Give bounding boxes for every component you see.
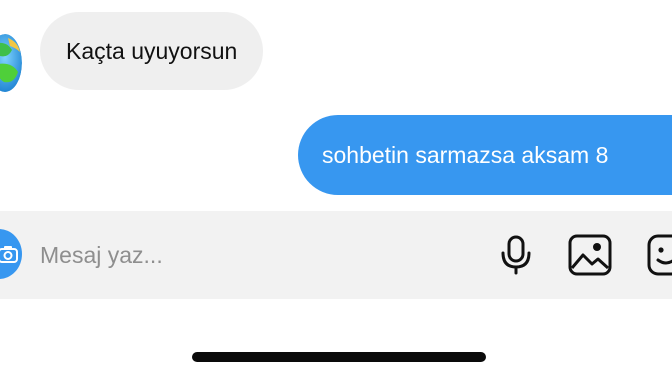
camera-button[interactable] — [0, 229, 22, 279]
globe-avatar-image — [0, 34, 22, 92]
message-input[interactable] — [40, 237, 460, 273]
camera-icon — [0, 246, 18, 263]
outgoing-message-text: sohbetin sarmazsa aksam 8 — [322, 141, 609, 168]
outgoing-message-bubble[interactable]: sohbetin sarmazsa aksam 8 — [298, 115, 672, 195]
message-composer — [0, 211, 672, 299]
incoming-message-text: Kaçta uyuyorsun — [66, 37, 238, 64]
sticker-button[interactable] — [646, 233, 672, 277]
avatar[interactable] — [0, 34, 22, 92]
microphone-icon — [501, 235, 531, 275]
incoming-message-bubble[interactable]: Kaçta uyuyorsun — [40, 12, 264, 90]
chat-screen: Kaçta uyuyorsun sohbetin sarmazsa aksam … — [0, 0, 672, 378]
sticker-icon — [647, 234, 672, 276]
gallery-button[interactable] — [568, 233, 612, 277]
image-icon — [568, 234, 612, 276]
home-indicator[interactable] — [192, 352, 486, 362]
microphone-button[interactable] — [494, 233, 538, 277]
